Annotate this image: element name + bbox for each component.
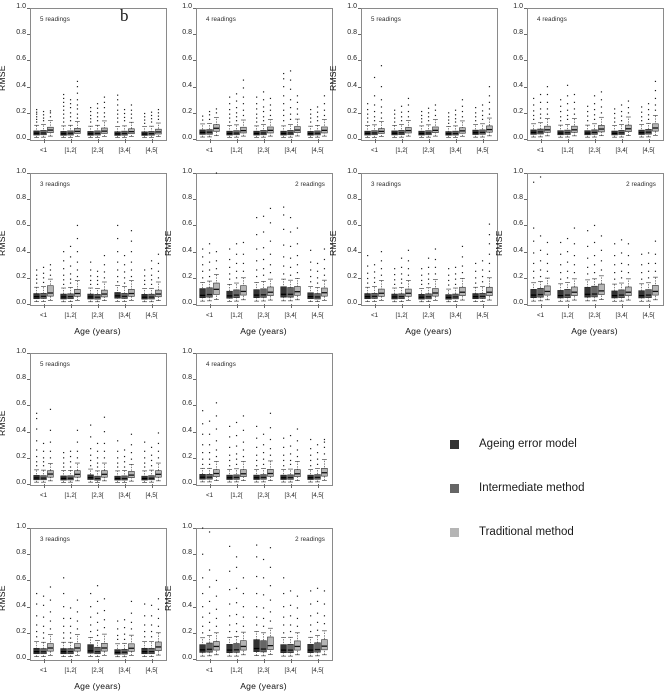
legend-swatch-icon bbox=[450, 483, 459, 493]
legend-label: Ageing error model bbox=[479, 438, 577, 450]
boxplot-box bbox=[253, 544, 260, 656]
boxplot-box bbox=[280, 577, 287, 657]
legend-item-1: Intermediate method bbox=[450, 482, 584, 494]
boxplot-box bbox=[294, 595, 301, 656]
boxplot-layer-p12 bbox=[199, 527, 328, 657]
plot-panel-p12: 1.0 0.8 0.6 0.4 0.2 0.0 <1 [1,2[[2,3[[3,4[[4,5[… bbox=[0, 0, 669, 699]
boxplot-box bbox=[206, 531, 213, 657]
boxplot-box bbox=[260, 558, 267, 657]
legend-item-2: Traditional method bbox=[450, 526, 574, 538]
legend: Ageing error model Intermediate method Tra… bbox=[450, 438, 665, 548]
legend-label: Intermediate method bbox=[479, 482, 585, 494]
boxplot-box bbox=[240, 577, 247, 656]
legend-item-0: Ageing error model bbox=[450, 438, 577, 450]
figure-panel-letter: b bbox=[120, 6, 129, 25]
boxplot-box bbox=[213, 579, 220, 656]
boxplot-box bbox=[287, 590, 294, 657]
legend-label: Traditional method bbox=[479, 526, 574, 538]
boxplot-box bbox=[199, 527, 206, 657]
boxplot-box bbox=[226, 545, 233, 657]
boxplot-box bbox=[307, 590, 314, 657]
boxplot-box bbox=[267, 547, 274, 655]
boxplot-box bbox=[233, 556, 240, 657]
legend-swatch-icon bbox=[450, 439, 459, 449]
legend-swatch-icon bbox=[450, 527, 459, 537]
boxplot-box bbox=[314, 587, 321, 657]
figure-panel-grid: 1.0 0.8 0.6 0.4 0.2 0.0 <1 [1,2[[2,3[[3,4[[4,5[… bbox=[0, 0, 669, 699]
boxplot-box bbox=[321, 590, 328, 656]
